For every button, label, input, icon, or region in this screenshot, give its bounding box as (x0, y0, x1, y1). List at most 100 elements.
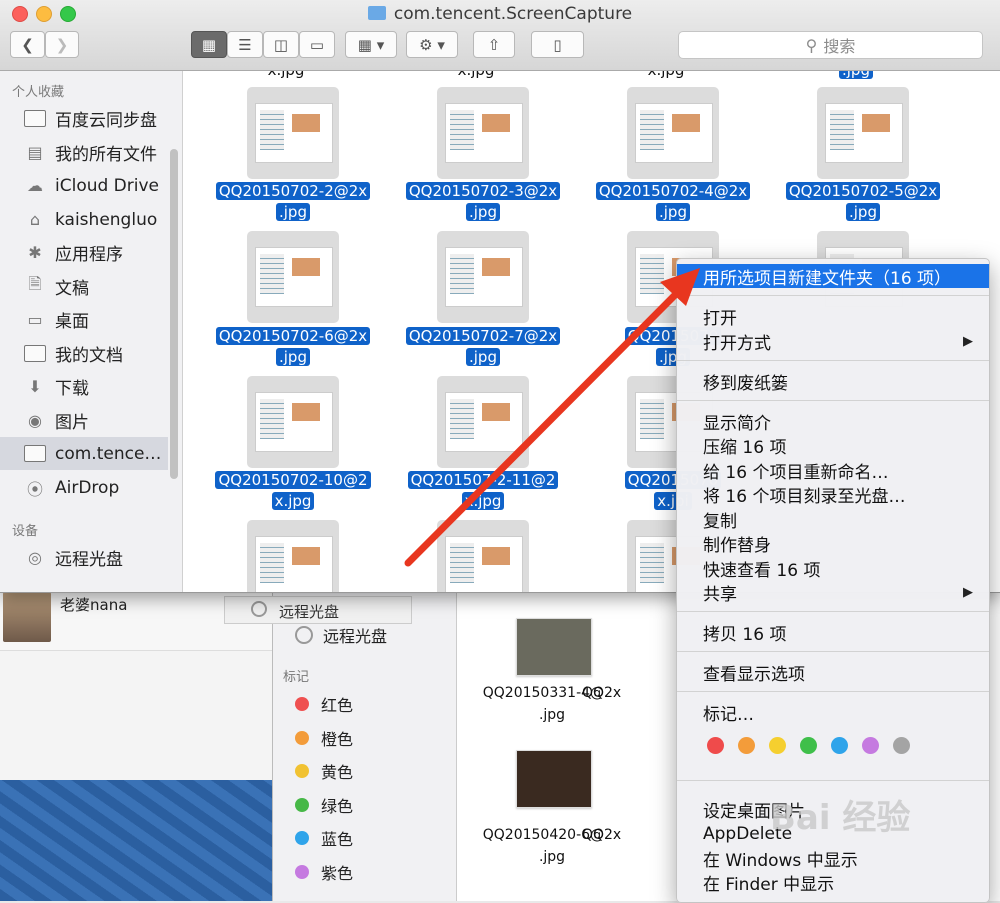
tag-blue-button[interactable] (831, 737, 848, 754)
file-thumbnail[interactable] (247, 376, 339, 468)
column-view-button[interactable]: ◫ (263, 31, 299, 58)
tag-gray-button[interactable] (893, 737, 910, 754)
file-thumbnail[interactable] (437, 87, 529, 179)
folder-icon (24, 444, 46, 464)
menu-separator (677, 651, 989, 652)
file-name[interactable]: QQ20150702-3@2x .jpg (388, 181, 578, 223)
desktop-wallpaper (0, 780, 272, 901)
file-thumbnail[interactable] (247, 87, 339, 179)
sidebar-item-pictures[interactable]: ◉ 图片 (0, 404, 168, 437)
sidebar-scrollbar[interactable] (170, 149, 178, 479)
desktop-icon: ▭ (27, 310, 43, 329)
blue-dot-icon (295, 831, 309, 845)
sidebar-item-screencapture[interactable]: com.tence… (0, 437, 168, 470)
file-name[interactable]: .jpg (761, 71, 951, 81)
menu-item-view-options[interactable]: 查看显示选项 (677, 660, 989, 685)
tag-red-button[interactable] (707, 737, 724, 754)
coverflow-view-button[interactable]: ▭ (299, 31, 335, 58)
tag-purple-button[interactable] (862, 737, 879, 754)
arrange-button[interactable]: ▦ ▾ (345, 31, 397, 58)
sidebar-item-remote-disc[interactable]: ◎ 远程光盘 (0, 541, 168, 574)
tag-orange-button[interactable] (738, 737, 755, 754)
menu-item-open-with[interactable]: 打开方式 ▶ (677, 329, 989, 354)
tag-blue[interactable]: 蓝色 (295, 826, 353, 850)
sidebar-item-my-documents[interactable]: 我的文档 (0, 337, 168, 370)
sidebar-item-remote-disc[interactable]: 远程光盘 (295, 623, 387, 647)
share-button[interactable]: ⇧ (473, 31, 515, 58)
disc-icon (295, 626, 313, 644)
sidebar-item-airdrop[interactable]: ⦿ AirDrop (0, 471, 168, 504)
tag-green[interactable]: 绿色 (295, 793, 353, 817)
search-field[interactable]: ⚲ 搜索 (678, 31, 983, 59)
menu-item-quick-look[interactable]: 快速查看 16 项 (677, 556, 989, 581)
applications-icon: ✱ (28, 243, 42, 262)
menu-item-rename[interactable]: 给 16 个项目重新命名… (677, 458, 989, 483)
file-name[interactable]: QQ20150702-6@2x .jpg (198, 326, 388, 368)
file-name[interactable]: QQ20150702-2@2x .jpg (198, 181, 388, 223)
sidebar-item-desktop[interactable]: ▭ 桌面 (0, 303, 168, 336)
file-thumbnail[interactable] (437, 376, 529, 468)
menu-item-compress[interactable]: 压缩 16 项 (677, 433, 989, 458)
tag-yellow-button[interactable] (769, 737, 786, 754)
sidebar-item-label: AirDrop (55, 477, 120, 498)
file-name[interactable]: QQ20150702-4@2x .jpg (578, 181, 768, 223)
window-title: com.tencent.ScreenCapture (0, 4, 1000, 24)
sidebar-item-label: 桌面 (55, 312, 89, 332)
menu-item-move-to-trash[interactable]: 移到废纸篓 (677, 369, 989, 394)
menu-item-open[interactable]: 打开 (677, 304, 989, 329)
file-name[interactable]: QQ20150702-7@2x .jpg (388, 326, 578, 368)
back-button[interactable]: ❮ (10, 31, 45, 58)
tag-orange[interactable]: 橙色 (295, 726, 353, 750)
action-button[interactable]: ⚙ ▾ (406, 31, 458, 58)
sidebar-item-home[interactable]: ⌂ kaishengluo (0, 203, 168, 236)
sidebar-item-all-files[interactable]: ▤ 我的所有文件 (0, 136, 168, 169)
icon-view-button[interactable]: ▦ (191, 31, 227, 58)
file-thumbnail[interactable] (516, 750, 592, 808)
file-name[interactable]: x.jpg (191, 71, 381, 81)
sidebar-item-label: com.tence… (55, 443, 162, 464)
file-name[interactable]: QQ201507-2-11@2 x.jpg (388, 470, 578, 512)
file-thumbnail[interactable] (247, 520, 339, 592)
sidebar-item-documents[interactable]: 🗎 文稿 (0, 270, 168, 303)
menu-item-make-alias[interactable]: 制作替身 (677, 531, 989, 556)
file-thumbnail[interactable] (516, 618, 592, 676)
disc-icon (251, 601, 267, 617)
menu-item-duplicate[interactable]: 复制 (677, 507, 989, 532)
menu-item-new-folder-with-selection[interactable]: 用所选项目新建文件夹（16 项） (677, 264, 989, 289)
tag-purple[interactable]: 紫色 (295, 860, 353, 884)
sidebar-section-favorites: 个人收藏 (12, 85, 65, 100)
file-thumbnail[interactable] (437, 520, 529, 592)
file-name[interactable]: QQ20150702-5@2x .jpg (768, 181, 958, 223)
title-bar: com.tencent.ScreenCapture ❮ ❯ ▦ ☰ ◫ ▭ ▦ … (0, 0, 1000, 71)
sidebar-item-applications[interactable]: ✱ 应用程序 (0, 236, 168, 269)
tags-header: 标记 (283, 670, 310, 685)
red-dot-icon (295, 697, 309, 711)
tag-yellow[interactable]: 黄色 (295, 759, 353, 783)
tag-red[interactable]: 红色 (295, 692, 353, 716)
tag-green-button[interactable] (800, 737, 817, 754)
sidebar-item-downloads[interactable]: ⬇ 下载 (0, 370, 168, 403)
sidebar-item-baidu-sync[interactable]: 百度云同步盘 (0, 102, 168, 135)
menu-item-burn[interactable]: 将 16 个项目刻录至光盘… (677, 482, 989, 507)
file-thumbnail[interactable] (817, 87, 909, 179)
tags-button[interactable]: ▯ (531, 31, 584, 58)
file-name[interactable]: x.jpg (571, 71, 761, 81)
menu-item-get-info[interactable]: 显示简介 (677, 409, 989, 434)
menu-separator (677, 780, 989, 781)
menu-item-show-in-windows[interactable]: 在 Windows 中显示 (677, 846, 989, 871)
list-view-button[interactable]: ☰ (227, 31, 263, 58)
file-thumbnail[interactable] (247, 231, 339, 323)
tag-label: 绿色 (321, 797, 354, 816)
sidebar-item-label: 百度云同步盘 (55, 111, 157, 131)
file-thumbnail[interactable] (437, 231, 529, 323)
menu-item-copy[interactable]: 拷贝 16 项 (677, 620, 989, 645)
file-name[interactable]: QQ20150702-10@2 x.jpg (198, 470, 388, 512)
menu-item-tags[interactable]: 标记… (677, 700, 989, 725)
sidebar-item-icloud-drive[interactable]: ☁ iCloud Drive (0, 169, 168, 202)
menu-item-show-in-finder[interactable]: 在 Finder 中显示 (677, 870, 989, 895)
file-thumbnail[interactable] (627, 87, 719, 179)
menu-item-share[interactable]: 共享 ▶ (677, 580, 989, 605)
forward-button[interactable]: ❯ (45, 31, 79, 58)
sidebar-section-devices: 设备 (12, 524, 39, 539)
file-name[interactable]: x.jpg (381, 71, 571, 81)
